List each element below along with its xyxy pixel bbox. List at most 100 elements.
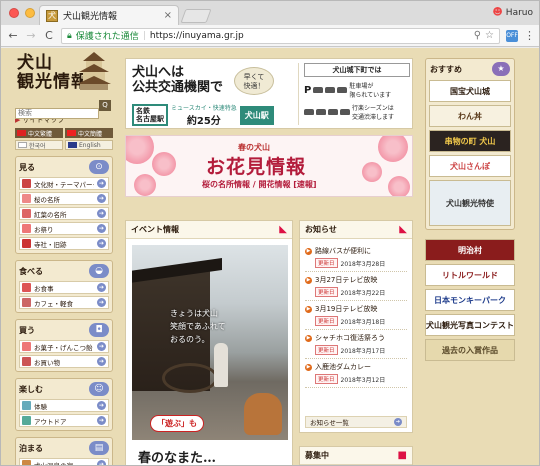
sidebar-item[interactable]: お買い物 ➔ — [19, 355, 109, 368]
event-caption: 春のなまた… — [138, 451, 217, 466]
reload-button[interactable]: C — [43, 29, 55, 42]
transport-banner[interactable]: 犬山へは 公共交通機関で 早くて 快適！ 名鉄 名古屋駅 ミュースカイ・快速特急… — [125, 58, 413, 129]
partner-banners: 明治村リトルワールド 日本モンキーパーク犬山観光写真コンテスト過去の入賞作品 — [425, 239, 515, 361]
lang-zh-tw[interactable]: 中文繁體 — [15, 128, 63, 138]
sidebar-item-label: お祭り — [34, 225, 54, 234]
sidebar-item[interactable]: 寺社・旧跡 ➔ — [19, 237, 109, 250]
promo-banner-label: 犬山観光写真コンテスト — [426, 320, 514, 330]
tab-close-icon[interactable]: × — [164, 10, 172, 21]
promo-banner[interactable]: 犬山観光写真コンテスト — [425, 314, 515, 336]
section-header: 買う ◘ — [19, 322, 109, 338]
news-item[interactable]: ▶ シャチホコ復活祭ろう 更新日 2018年3月17日 — [305, 330, 407, 359]
bag-icon: ◘ — [89, 323, 109, 337]
search-button[interactable]: Q — [99, 100, 111, 111]
section-header: 食べる ◒ — [19, 263, 109, 279]
sidebar-item[interactable]: お祭り ➔ — [19, 222, 109, 235]
address-bar[interactable]: 🔒︎ 保護された通信 | https://inuyama.gr.jp ⚲ ☆ — [61, 27, 500, 44]
promo-banner[interactable]: 犬山観光特使 — [429, 180, 511, 226]
lang-zh-cn[interactable]: 中文簡體 — [65, 128, 113, 138]
sidebar-item[interactable]: 紅葉の名所 ➔ — [19, 207, 109, 220]
browser-window: 犬 犬山観光情報 × ☻ Haruo ← → C 🔒︎ 保護された通信 | ht… — [0, 0, 540, 466]
promo-banner[interactable]: 犬山さんぽ — [429, 155, 511, 177]
zoom-icon[interactable]: ⚲ — [474, 30, 481, 41]
news-item-meta: 更新日 2018年3月12日 — [305, 374, 407, 384]
browser-tab[interactable]: 犬 犬山観光情報 × — [39, 5, 179, 25]
category-icon — [22, 416, 31, 425]
sakura-banner[interactable]: 春の犬山 お花見情報 桜の名所情報 / 開花情報 [速報] — [125, 135, 413, 197]
sidebar-item[interactable]: お菓子・げんこつ飴 ➔ — [19, 340, 109, 353]
car-icon — [340, 109, 350, 115]
update-badge: 更新日 — [315, 374, 338, 384]
car-icon — [313, 87, 324, 93]
news-item-date: 2018年3月18日 — [340, 318, 386, 326]
promo-banner[interactable]: 串物の町 犬山 — [429, 130, 511, 152]
minimize-window-button[interactable] — [25, 8, 35, 18]
browser-menu-button[interactable]: ⋮ — [524, 29, 535, 42]
bookmark-star-icon[interactable]: ☆ — [485, 30, 494, 41]
event-header: イベント情報 ◣ — [126, 221, 292, 239]
profile-button[interactable]: ☻ Haruo — [492, 7, 533, 18]
lang-ko[interactable]: 한국어 — [15, 140, 63, 150]
sidebar-item-label: 犬山温泉の宿 — [34, 461, 73, 466]
news-item[interactable]: ▶ 路線バスが便利に 更新日 2018年3月28日 — [305, 243, 407, 272]
news-item[interactable]: ▶ 入鹿池ダムカレー 更新日 2018年3月12日 — [305, 359, 407, 388]
sidebar-section: 泊まる ▤ 犬山温泉の宿 ➔ — [15, 437, 113, 466]
site-logo[interactable]: 犬山 観光情報 — [15, 48, 113, 98]
play-badge: 「遊ぶ」も — [150, 415, 204, 432]
event-panel: イベント情報 ◣ きょうは犬山 笑顔であふれて おるのう。 「遊ぶ」も 春のなま… — [125, 220, 293, 466]
parking-icon: P — [304, 84, 312, 96]
sidebar-item[interactable]: 体験 ➔ — [19, 399, 109, 412]
sidebar-item-label: カフェ・軽食 — [34, 299, 73, 308]
event-photo[interactable]: きょうは犬山 笑顔であふれて おるのう。 「遊ぶ」も — [132, 245, 288, 440]
promo-banner-label: わん丼 — [458, 111, 482, 121]
promo-banner-label: 串物の町 犬山 — [444, 136, 496, 146]
sidebar-item[interactable]: 桜の名所 ➔ — [19, 192, 109, 205]
event-title: イベント情報 — [131, 225, 179, 234]
category-icon — [22, 357, 31, 366]
sidebar-section: 買う ◘ お菓子・げんこつ飴 ➔ お買い物 ➔ — [15, 319, 113, 372]
search-input[interactable] — [15, 108, 99, 119]
promo-banner[interactable]: 国宝犬山城 — [429, 80, 511, 102]
forward-button[interactable]: → — [25, 29, 37, 42]
sakura-title: お花見情報 — [206, 156, 307, 178]
web-page: 犬山 観光情報 Q ▶ サイトマップ — [1, 48, 539, 466]
lang-en[interactable]: English — [65, 140, 113, 150]
category-icon — [22, 239, 31, 248]
news-item[interactable]: ▶ 3月19日テレビ放映 更新日 2018年3月18日 — [305, 301, 407, 330]
news-item-title: ▶ 3月19日テレビ放映 — [305, 304, 407, 314]
category-sections: 見る ⊙ 文化財・テーマパーク ➔ 桜の名所 ➔ 紅葉の名所 ➔ お祭り ➔ 寺… — [15, 156, 113, 466]
sidebar-item[interactable]: カフェ・軽食 ➔ — [19, 296, 109, 309]
flag-icon — [17, 130, 26, 136]
express-label: ミュースカイ・快速特急 — [171, 105, 237, 112]
site-search: Q — [15, 100, 113, 119]
sidebar-item[interactable]: 犬山温泉の宿 ➔ — [19, 458, 109, 466]
star-icon: ★ — [492, 62, 510, 76]
promo-banner[interactable]: 明治村 — [425, 239, 515, 261]
parking-info: 犬山城下町では P 駐車場が 限られています 行楽シーズンは 交通渋滞します — [298, 63, 410, 125]
new-tab-button[interactable] — [180, 9, 212, 23]
promo-banner[interactable]: 日本モンキーパーク — [425, 289, 515, 311]
news-item[interactable]: ▶ 3月27日テレビ放映 更新日 2018年3月22日 — [305, 272, 407, 301]
sidebar-item-label: お買い物 — [34, 358, 60, 367]
car-icon — [328, 109, 338, 115]
sidebar-item[interactable]: アウトドア ➔ — [19, 414, 109, 427]
news-title: お知らせ — [305, 225, 337, 234]
flag-icon — [68, 142, 77, 148]
user-name: Haruo — [505, 7, 533, 18]
recommend-title: おすすめ — [430, 64, 462, 74]
photo-caption: きょうは犬山 笑顔であふれて おるのう。 — [170, 307, 226, 346]
close-window-button[interactable] — [9, 8, 19, 18]
sidebar-item[interactable]: 文化財・テーマパーク ➔ — [19, 177, 109, 190]
fan-icon: ◣ — [399, 224, 407, 235]
promo-banner[interactable]: 過去の入賞作品 — [425, 339, 515, 361]
news-more-link[interactable]: お知らせ一覧 ➔ — [305, 416, 407, 428]
section-header: 楽しむ ☺ — [19, 381, 109, 397]
promo-banner[interactable]: わん丼 — [429, 105, 511, 127]
extension-icon[interactable]: OFF — [506, 29, 518, 42]
parking-title: 犬山城下町では — [304, 63, 410, 77]
arrow-right-icon: ➔ — [97, 224, 106, 233]
back-button[interactable]: ← — [7, 29, 19, 42]
sakura-decoration — [378, 136, 408, 162]
sidebar-item[interactable]: お食事 ➔ — [19, 281, 109, 294]
promo-banner[interactable]: リトルワールド — [425, 264, 515, 286]
